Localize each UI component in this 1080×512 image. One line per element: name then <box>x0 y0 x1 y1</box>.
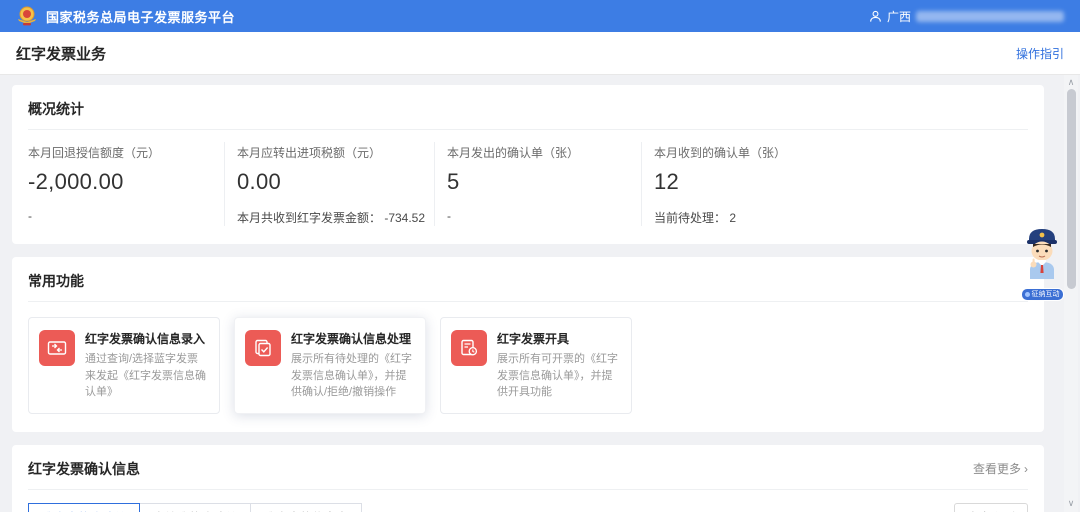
mascot-badge-icon <box>1024 292 1030 297</box>
functions-section-title: 常用功能 <box>28 273 84 289</box>
stat-value: 0.00 <box>237 169 282 194</box>
stat-sub: - <box>28 209 32 223</box>
page-scrollbar-thumb[interactable] <box>1066 89 1076 289</box>
stat-label: 本月回退授信额度（元） <box>28 146 161 160</box>
app-header: 国家税务总局电子发票服务平台 广西 <box>0 0 1080 32</box>
overview-section: 概况统计 本月回退授信额度（元） -2,000.00 - 本月应转出进项税额（元… <box>12 85 1044 244</box>
confirmation-tabs: 我发出的确认单 发给我的确认单 我发出的信息表 <box>28 502 363 512</box>
chevron-right-icon: › <box>1024 461 1028 476</box>
stat-sub: - <box>447 209 451 223</box>
mascot-badge[interactable]: 征纳互动 <box>1020 288 1064 301</box>
view-more-link[interactable]: 查看更多 › <box>973 460 1028 477</box>
function-card-desc: 展示所有待处理的《红字发票信息确认单》，并提供确认/拒绝/撤销操作 <box>291 353 412 398</box>
stat-credit-limit: 本月回退授信额度（元） -2,000.00 - <box>28 142 225 226</box>
table-toolbar: 我发出的确认单 发给我的确认单 我发出的信息表 自定义列 <box>28 490 1028 512</box>
function-card-process[interactable]: 红字发票确认信息处理 展示所有待处理的《红字发票信息确认单》，并提供确认/拒绝/… <box>234 317 426 414</box>
stat-label: 本月发出的确认单（张） <box>447 146 580 160</box>
stats-row: 本月回退授信额度（元） -2,000.00 - 本月应转出进项税额（元） 0.0… <box>28 130 1028 244</box>
function-card-title: 红字发票开具 <box>497 332 570 346</box>
function-card-issue[interactable]: 红字发票开具 展示所有可开票的《红字发票信息确认单》，并提供开具功能 <box>440 317 632 414</box>
user-region-label: 广西 <box>886 9 911 24</box>
app-brand: 国家税务总局电子发票服务平台 <box>16 5 235 27</box>
page-title-bar: 红字发票业务 操作指引 <box>0 32 1080 75</box>
stat-input-tax: 本月应转出进项税额（元） 0.00 本月共收到红字发票金额： -734.52 <box>225 142 435 226</box>
function-card-desc: 通过查询/选择蓝字发票来发起《红字发票信息确认单》 <box>85 353 206 398</box>
assistant-mascot[interactable]: 征纳互动 <box>1020 225 1064 301</box>
function-card-entry[interactable]: 红字发票确认信息录入 通过查询/选择蓝字发票来发起《红字发票信息确认单》 <box>28 317 220 414</box>
overview-section-title: 概况统计 <box>28 101 84 117</box>
scroll-down-button[interactable]: ∨ <box>1068 496 1075 510</box>
stat-value: 5 <box>447 169 460 194</box>
function-card-title: 红字发票确认信息录入 <box>85 332 206 346</box>
user-info[interactable]: 广西 <box>869 8 1064 25</box>
redacted-user-name <box>916 10 1064 22</box>
person-icon <box>870 10 881 22</box>
confirmation-section: 红字发票确认信息 查看更多 › 我发出的确认单 发给我的确认单 我发出的信息表 … <box>12 444 1044 512</box>
red-invoice-entry-icon <box>39 330 75 366</box>
scroll-up-button[interactable]: ∧ <box>1068 75 1075 89</box>
stat-value: 12 <box>654 169 680 194</box>
page-title: 红字发票业务 <box>16 45 107 63</box>
stat-sub: 当前待处理： 2 <box>654 211 737 225</box>
stat-label: 本月应转出进项税额（元） <box>237 146 382 160</box>
stat-sent-confirmations: 本月发出的确认单（张） 5 - <box>435 142 642 226</box>
operation-guide-link[interactable]: 操作指引 <box>1016 45 1064 62</box>
tab-my-sent-confirmations[interactable]: 我发出的确认单 <box>28 502 141 512</box>
function-card-title: 红字发票确认信息处理 <box>291 332 412 346</box>
function-cards-row: 红字发票确认信息录入 通过查询/选择蓝字发票来发起《红字发票信息确认单》 红字发… <box>28 302 1028 432</box>
stat-label: 本月收到的确认单（张） <box>654 146 787 160</box>
function-card-desc: 展示所有可开票的《红字发票信息确认单》，并提供开具功能 <box>497 353 618 398</box>
red-invoice-process-icon <box>245 330 281 366</box>
main-content: 概况统计 本月回退授信额度（元） -2,000.00 - 本月应转出进项税额（元… <box>0 75 1056 512</box>
stat-received-confirmations: 本月收到的确认单（张） 12 当前待处理： 2 <box>642 142 1028 226</box>
tax-officer-mascot-icon <box>1027 229 1057 279</box>
functions-section: 常用功能 红字发票确认信息录入 通过查询/选择蓝字发票来发起《红字发票信息确认单… <box>12 257 1044 432</box>
customize-columns-button[interactable]: 自定义列 <box>953 502 1028 512</box>
stat-sub: 本月共收到红字发票金额： -734.52 <box>237 211 426 225</box>
page-scrollbar[interactable]: ∧ ∨ <box>1064 75 1078 512</box>
stat-value: -2,000.00 <box>28 169 124 194</box>
tax-emblem-icon <box>16 5 38 27</box>
tab-received-confirmations[interactable]: 发给我的确认单 <box>139 502 252 512</box>
app-title: 国家税务总局电子发票服务平台 <box>46 9 236 25</box>
confirmation-section-title: 红字发票确认信息 <box>28 460 140 477</box>
red-invoice-issue-icon <box>451 330 487 366</box>
tab-my-sent-info-forms[interactable]: 我发出的信息表 <box>250 502 363 512</box>
